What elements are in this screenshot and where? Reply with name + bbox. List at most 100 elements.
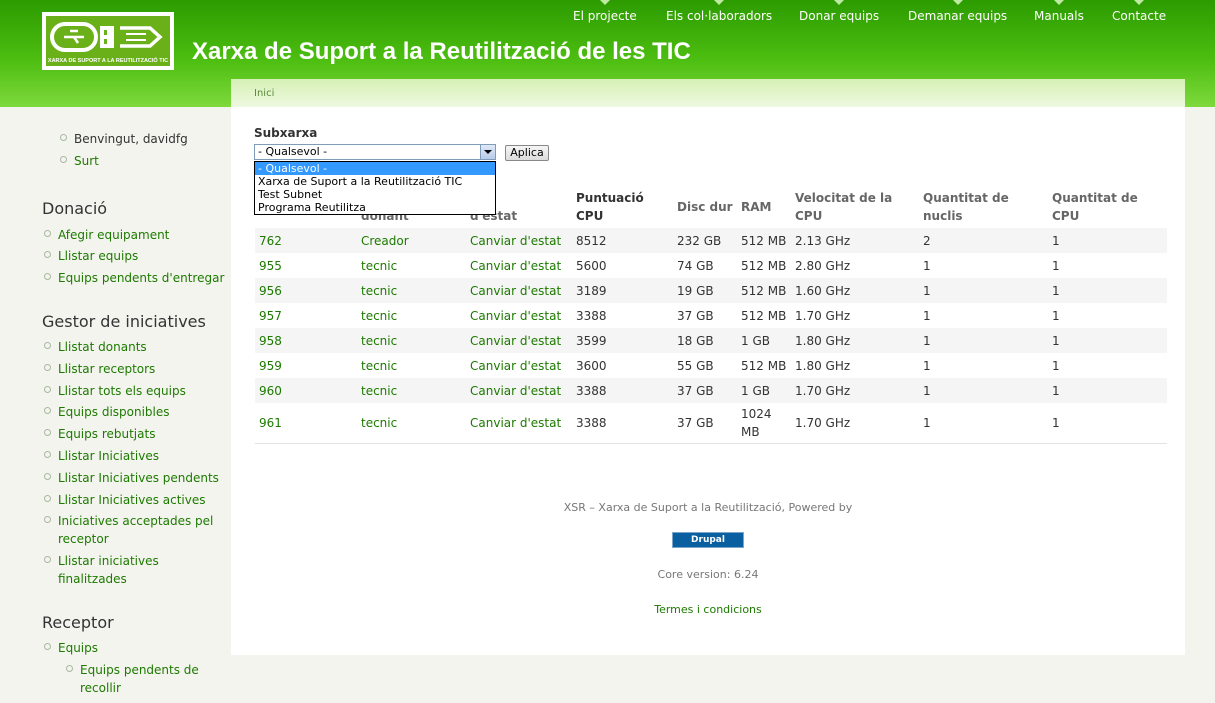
cell-donant[interactable]: tecnic [357, 303, 466, 328]
logo-image: XARXA DE SUPORT A LA REUTILITZACIÓ TIC [46, 16, 170, 66]
sidebar-item-equips[interactable]: Equips [44, 639, 99, 657]
breadcrumb-home-link[interactable]: Inici [254, 88, 274, 99]
bullet-icon [44, 451, 51, 458]
cell-disc-dur: 74 GB [677, 258, 714, 273]
sidebar-item-label: Llistat donants [58, 340, 147, 354]
cell-ram: 1024 MB [737, 403, 791, 444]
cell-canviar-estat[interactable]: Canviar d'estat [466, 303, 572, 328]
subxarxa-option[interactable]: Xarxa de Suport a la Reutilització TIC [255, 175, 495, 188]
cell-canviar-estat[interactable]: Canviar d'estat [466, 278, 572, 303]
cell-canviar-estat[interactable]: Canviar d'estat [466, 378, 572, 403]
cell-velocitat-cpu: 1.80 GHz [791, 328, 919, 353]
bullet-icon [44, 516, 51, 523]
col-header-text: Puntuació CPU [576, 191, 644, 223]
nav-contacte[interactable]: Contacte [1112, 0, 1166, 23]
sidebar-item-afegir-equipament[interactable]: Afegir equipament [44, 226, 169, 244]
site-title[interactable]: Xarxa de Suport a la Reutilització de le… [192, 38, 691, 66]
nav-label: El projecte [573, 9, 637, 23]
cell-disc-dur: 37 GB [673, 378, 737, 403]
nav-els-collaboradors[interactable]: Els col·laboradors [666, 0, 772, 23]
sidebar-item-equips-pendents-recollir[interactable]: Equips pendents de recollir [66, 661, 210, 697]
cell-id[interactable]: 956 [255, 278, 357, 303]
cell-id[interactable]: 762 [255, 228, 357, 253]
cell-puntuacio-cpu: 3600 [576, 358, 607, 373]
col-header-disc-dur[interactable]: Disc dur [673, 186, 737, 228]
subxarxa-selected-value: - Qualsevol - [258, 145, 328, 158]
sidebar-item-iniciatives-actives[interactable]: Llistar Iniciatives actives [44, 491, 206, 509]
col-header-quantitat-cpu[interactable]: Quantitat de CPU [1048, 186, 1167, 228]
apply-button[interactable]: Aplica [505, 145, 549, 161]
sidebar-item-llistar-equips[interactable]: Llistar equips [44, 247, 138, 265]
sidebar-item-iniciatives-acceptades[interactable]: Iniciatives acceptades pel receptor [44, 512, 218, 548]
subxarxa-dropdown-list: - Qualsevol - Xarxa de Suport a la Reuti… [254, 161, 496, 215]
subxarxa-option[interactable]: Test Subnet [255, 188, 495, 201]
cell-donant[interactable]: Creador [357, 228, 466, 253]
sidebar-item-equips-pendents-entregar[interactable]: Equips pendents d'entregar [44, 269, 224, 287]
cell-nuclis: 1 [919, 378, 1048, 403]
cell-disc-dur: 37 GB [673, 403, 737, 444]
subxarxa-option[interactable]: - Qualsevol - [255, 162, 495, 175]
subxarxa-option[interactable]: Programa Reutilitza [255, 201, 495, 214]
nav-manuals[interactable]: Manuals [1034, 0, 1084, 23]
cell-canviar-estat[interactable]: Canviar d'estat [466, 403, 572, 444]
cell-canviar-estat[interactable]: Canviar d'estat [466, 253, 572, 278]
cell-id[interactable]: 960 [255, 378, 357, 403]
nav-demanar-equips[interactable]: Demanar equips [908, 0, 1007, 23]
cell-quantitat-cpu: 1 [1048, 403, 1167, 444]
cell-velocitat-cpu: 1.80 GHz [795, 358, 851, 373]
bullet-icon [60, 134, 67, 141]
footer-credit: XSR – Xarxa de Suport a la Reutilització… [563, 501, 853, 514]
cell-quantitat-cpu: 1 [1052, 308, 1060, 323]
cell-id[interactable]: 961 [255, 403, 357, 444]
logout-label: Surt [74, 154, 99, 168]
cell-donant[interactable]: tecnic [357, 253, 466, 278]
nav-indicator-icon [1134, 0, 1145, 5]
cell-canviar-estat[interactable]: Canviar d'estat [466, 328, 572, 353]
site-logo[interactable]: XARXA DE SUPORT A LA REUTILITZACIÓ TIC [42, 12, 174, 70]
cell-donant[interactable]: tecnic [357, 353, 466, 378]
nav-donar-equips[interactable]: Donar equips [799, 0, 879, 23]
col-header-ram[interactable]: RAM [737, 186, 791, 228]
nav-el-projecte[interactable]: El projecte [573, 0, 637, 23]
cell-id[interactable]: 959 [255, 353, 357, 378]
logout-link[interactable]: Surt [60, 152, 99, 170]
col-header-text: Velocitat de la CPU [795, 191, 893, 223]
cell-donant[interactable]: tecnic [357, 278, 466, 303]
sidebar-item-label: Equips disponibles [58, 405, 170, 419]
cell-ram: 512 MB [741, 258, 787, 273]
cell-quantitat-cpu: 1 [1048, 328, 1167, 353]
cell-canviar-estat[interactable]: Canviar d'estat [466, 228, 572, 253]
col-header-velocitat-cpu[interactable]: Velocitat de la CPU [791, 186, 919, 228]
subxarxa-select[interactable]: - Qualsevol - [254, 144, 496, 160]
drupal-badge[interactable]: Drupal [672, 532, 744, 548]
cell-disc-dur: 19 GB [673, 278, 737, 303]
cell-donant[interactable]: tecnic [357, 328, 466, 353]
chevron-down-icon[interactable] [480, 145, 495, 159]
sidebar-item-llistar-iniciatives[interactable]: Llistar Iniciatives [44, 447, 159, 465]
sidebar-item-label: Equips pendents de recollir [80, 663, 199, 695]
nav-indicator-icon [952, 0, 963, 5]
col-header-puntuacio-cpu[interactable]: Puntuació CPU [572, 186, 673, 228]
cell-canviar-estat[interactable]: Canviar d'estat [466, 353, 572, 378]
sidebar-item-llistar-receptors[interactable]: Llistar receptors [44, 360, 155, 378]
cell-id[interactable]: 958 [255, 328, 357, 353]
sidebar-item-llistar-tots-equips[interactable]: Llistar tots els equips [44, 382, 186, 400]
col-header-text: Quantitat de nuclis [923, 191, 1009, 223]
sidebar-item-iniciatives-finalitzades[interactable]: Llistar iniciatives finalitzades [44, 552, 188, 588]
cell-nuclis: 1 [923, 308, 931, 323]
cell-donant[interactable]: tecnic [357, 403, 466, 444]
cell-donant[interactable]: tecnic [357, 378, 466, 403]
sidebar-item-llistat-donants[interactable]: Llistat donants [44, 338, 147, 356]
col-header-quantitat-nuclis[interactable]: Quantitat de nuclis [919, 186, 1048, 228]
bullet-icon [44, 556, 51, 563]
sidebar-item-iniciatives-pendents[interactable]: Llistar Iniciatives pendents [44, 469, 219, 487]
bullet-icon [44, 342, 51, 349]
sidebar-item-equips-rebutjats[interactable]: Equips rebutjats [44, 425, 155, 443]
terms-link[interactable]: Termes i condicions [654, 603, 762, 616]
sidebar-item-equips-disponibles[interactable]: Equips disponibles [44, 403, 170, 421]
table-row: 959 tecnic Canviar d'estat 3600 55 GB 512 MB 1… [255, 353, 1167, 378]
cell-id[interactable]: 955 [255, 253, 357, 278]
sidebar-item-label: Equips [58, 641, 99, 655]
bullet-icon [44, 643, 51, 650]
cell-id[interactable]: 957 [255, 303, 357, 328]
